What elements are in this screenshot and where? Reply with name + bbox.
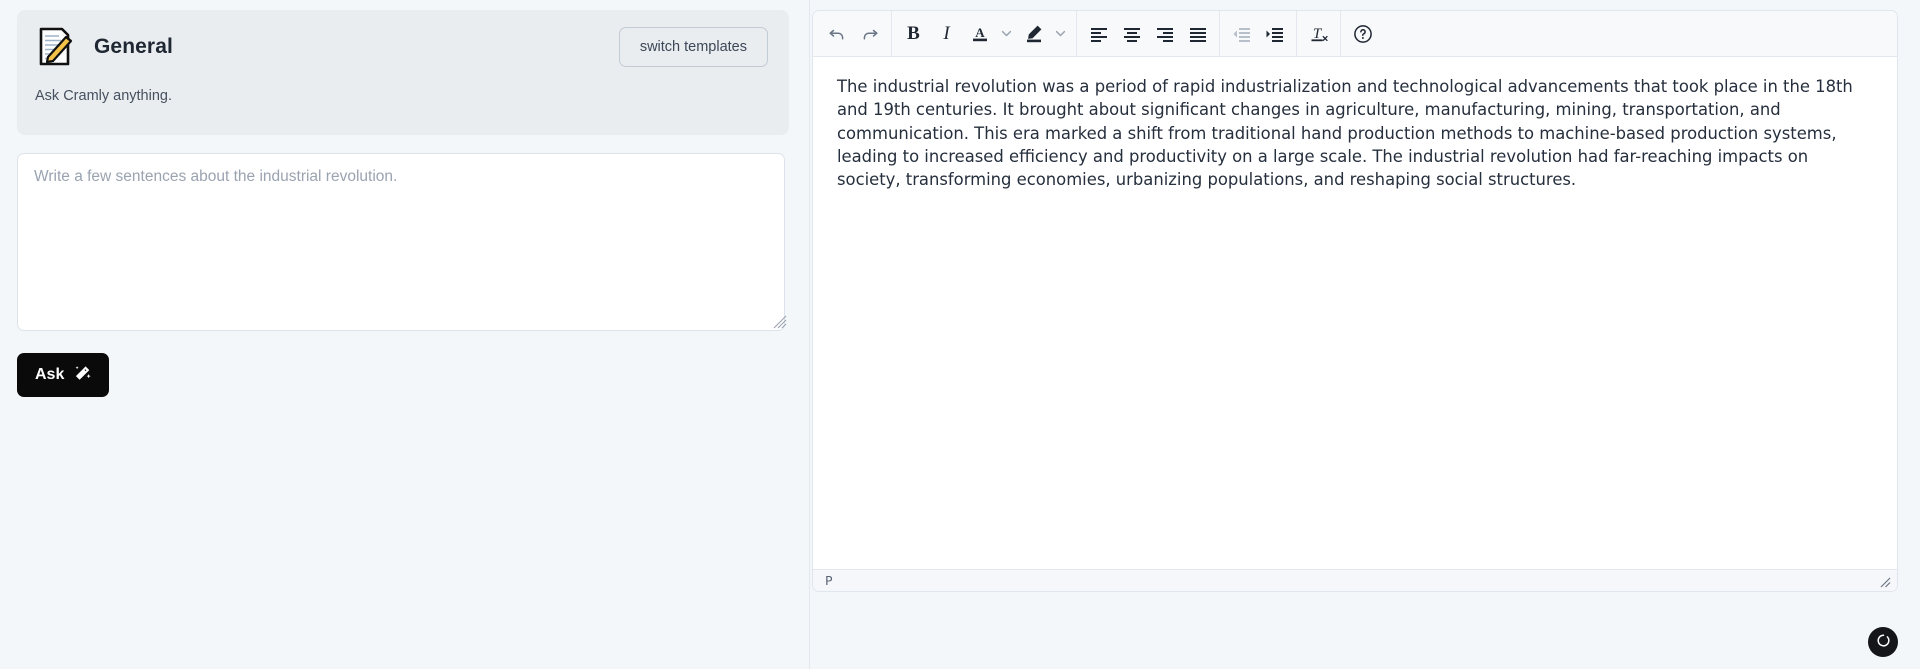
highlight-dropdown[interactable] <box>1050 19 1071 49</box>
highlighter-pen-button[interactable] <box>1017 19 1050 49</box>
editor-content-area[interactable]: The industrial revolution was a period o… <box>813 57 1897 569</box>
redo-button[interactable] <box>853 19 886 49</box>
cramly-app: General switch templates Ask Cramly anyt… <box>0 0 1920 669</box>
rich-text-editor: B I A T The industrial revolution was a … <box>812 10 1898 592</box>
clear-formatting-button[interactable]: T <box>1302 19 1335 49</box>
editor-paragraph: The industrial revolution was a period o… <box>837 77 1853 190</box>
toolbar-group-help <box>1341 11 1384 57</box>
element-path-indicator[interactable]: P <box>825 573 833 588</box>
editor-resize-handle[interactable] <box>1877 574 1891 588</box>
prompt-textarea[interactable] <box>17 153 785 331</box>
template-identity: General <box>35 26 173 68</box>
text-color-dropdown[interactable] <box>996 19 1017 49</box>
prompt-input-area <box>17 153 789 331</box>
help-circle-button[interactable] <box>1346 19 1379 49</box>
italic-button[interactable]: I <box>930 19 963 49</box>
support-widget-button[interactable] <box>1868 627 1898 657</box>
magic-wand-icon <box>74 365 92 385</box>
toolbar-group-formatting: B I A <box>892 11 1076 57</box>
memo-pencil-icon <box>35 26 77 68</box>
svg-text:A: A <box>975 25 985 40</box>
bold-button[interactable]: B <box>897 19 930 49</box>
align-center-button[interactable] <box>1115 19 1148 49</box>
toolbar-group-history <box>815 11 891 57</box>
align-justify-button[interactable] <box>1181 19 1214 49</box>
toolbar-group-indentation <box>1220 11 1296 57</box>
switch-templates-button[interactable]: switch templates <box>618 27 768 67</box>
toolbar-group-clear: T <box>1297 11 1340 57</box>
ask-button-label: Ask <box>35 366 65 383</box>
align-right-button[interactable] <box>1148 19 1181 49</box>
align-left-button[interactable] <box>1082 19 1115 49</box>
undo-button[interactable] <box>820 19 853 49</box>
template-header-row: General switch templates <box>35 26 771 68</box>
text-color-button[interactable]: A <box>963 19 996 49</box>
template-subtitle: Ask Cramly anything. <box>35 88 172 104</box>
template-title: General <box>94 35 173 58</box>
loading-ring-icon <box>1876 633 1891 651</box>
outdent-button[interactable] <box>1225 19 1258 49</box>
ask-button[interactable]: Ask <box>17 353 110 397</box>
editor-panel: B I A T The industrial revolution was a … <box>810 0 1920 669</box>
toolbar-group-alignment <box>1077 11 1219 57</box>
editor-toolbar: B I A T <box>813 11 1897 57</box>
prompt-panel: General switch templates Ask Cramly anyt… <box>0 0 810 669</box>
template-header: General switch templates Ask Cramly anyt… <box>17 10 789 135</box>
editor-status-bar: P <box>813 569 1897 591</box>
indent-button[interactable] <box>1258 19 1291 49</box>
